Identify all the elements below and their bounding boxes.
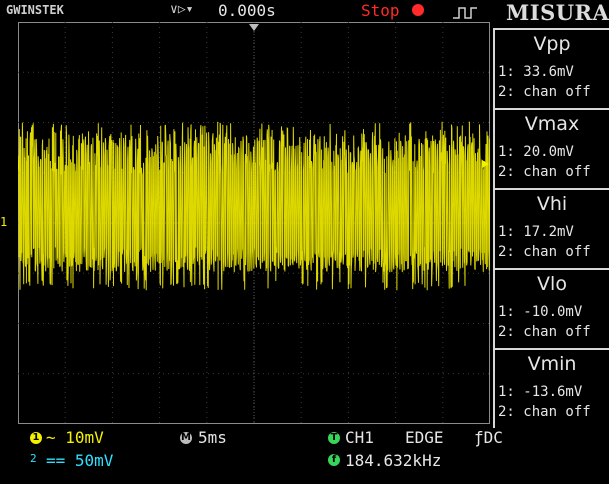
- oscilloscope-screen: GWINSTEK ∨▷▾ 0.000s Stop MISURA 1 Vpp 1:…: [0, 0, 609, 484]
- trigger-position-icon: [249, 24, 259, 31]
- ch2-badge-icon: 2: [30, 452, 37, 465]
- run-state-label: Stop: [361, 1, 400, 20]
- measurement-title: Vpp: [533, 33, 571, 55]
- measurement-title: Vhi: [536, 193, 568, 215]
- measurement-ch2-value: 2: chan off: [498, 164, 591, 180]
- ch1-ground-marker: 1: [0, 215, 8, 229]
- brand-logo: GWINSTEK: [6, 3, 64, 17]
- measurement-vpp[interactable]: Vpp 1: 33.6mV 2: chan off: [493, 28, 609, 108]
- trigger-mode-icons: ∨▷▾: [170, 2, 194, 17]
- measurement-ch1-value: 1: 33.6mV: [498, 64, 574, 80]
- measurement-title: Vlo: [537, 273, 567, 295]
- trigger-type: EDGE: [405, 428, 444, 447]
- watermark-logo: MISURA: [506, 0, 609, 25]
- timebase-readout: 5ms: [198, 428, 227, 447]
- stop-dot-icon: [412, 4, 424, 16]
- measurement-ch1-value: 1: 17.2mV: [498, 224, 574, 240]
- measurement-ch2-value: 2: chan off: [498, 244, 591, 260]
- top-status-bar: GWINSTEK ∨▷▾ 0.000s Stop MISURA: [0, 0, 609, 25]
- measurement-vmax[interactable]: Vmax 1: 20.0mV 2: chan off: [493, 108, 609, 188]
- waveform-display: [18, 22, 490, 424]
- ch1-waveform-trace: [18, 121, 490, 291]
- measurement-title: Vmin: [527, 353, 577, 375]
- measurement-vhi[interactable]: Vhi 1: 17.2mV 2: chan off: [493, 188, 609, 268]
- measurement-ch1-value: 1: -13.6mV: [498, 384, 583, 400]
- measurement-ch2-value: 2: chan off: [498, 84, 591, 100]
- ch2-vertical-scale: == 50mV: [46, 451, 114, 470]
- measurement-ch1-value: 1: 20.0mV: [498, 144, 574, 160]
- frequency-readout: 184.632kHz: [345, 451, 442, 470]
- measurement-vlo[interactable]: Vlo 1: -10.0mV 2: chan off: [493, 268, 609, 348]
- frequency-badge-icon: f: [328, 454, 340, 466]
- measurement-panel: Vpp 1: 33.6mV 2: chan off Vmax 1: 20.0mV…: [493, 28, 609, 428]
- measurement-ch2-value: 2: chan off: [498, 324, 591, 340]
- measurement-title: Vmax: [524, 113, 580, 135]
- trigger-source: CH1: [345, 428, 374, 447]
- ch1-badge-icon: 1: [30, 432, 42, 444]
- trigger-coupling: ƒDC: [474, 428, 503, 447]
- measurement-vmin[interactable]: Vmin 1: -13.6mV 2: chan off: [493, 348, 609, 428]
- ch1-vertical-scale: ~ 10mV: [46, 428, 104, 447]
- measurement-ch1-value: 1: -10.0mV: [498, 304, 583, 320]
- timebase-badge-icon: M: [180, 432, 192, 444]
- waveform-graticule: [18, 22, 490, 424]
- horizontal-position-readout: 0.000s: [218, 1, 276, 20]
- trigger-badge-icon: T: [328, 432, 340, 444]
- measurement-ch2-value: 2: chan off: [498, 404, 591, 420]
